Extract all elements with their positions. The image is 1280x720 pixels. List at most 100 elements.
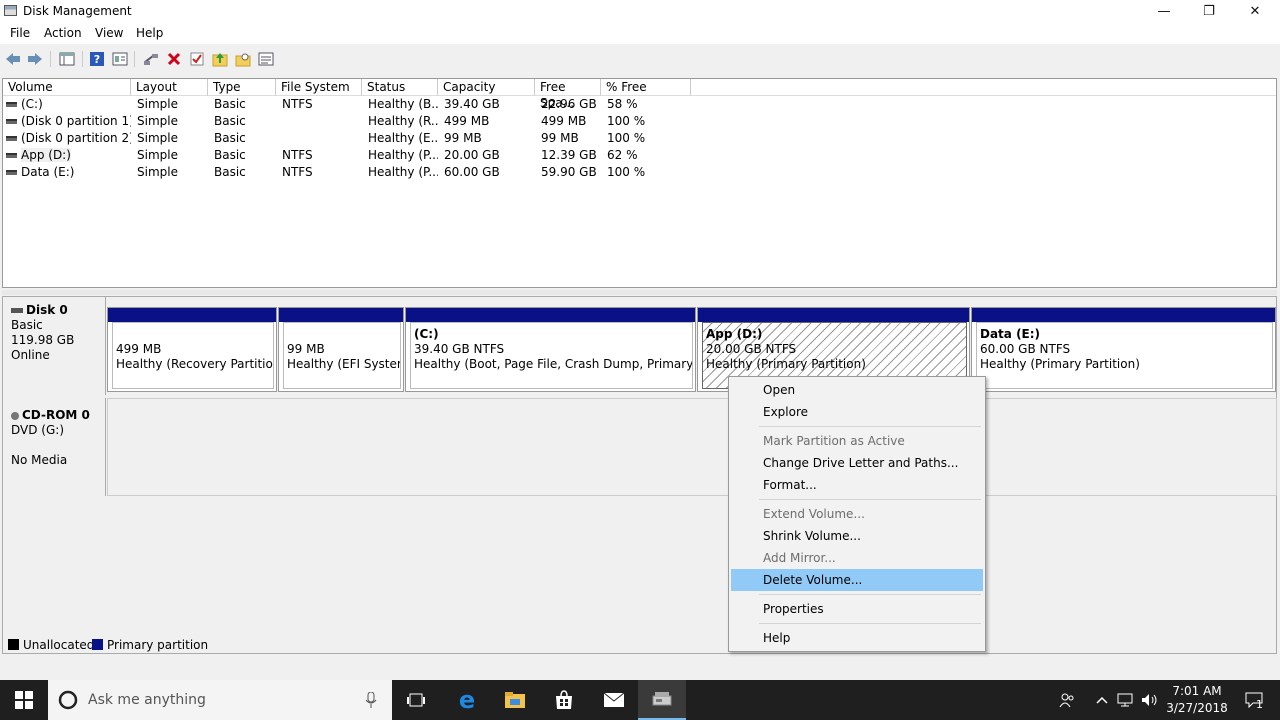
menu-mark-partition-active: Mark Partition as Active (763, 434, 905, 448)
menu-format[interactable]: Format... (731, 474, 983, 496)
menu-separator (759, 499, 981, 500)
back-arrow-icon[interactable] (4, 50, 22, 68)
cdrom-media-area[interactable] (107, 398, 1277, 496)
cdrom-icon (11, 411, 19, 420)
edge-icon[interactable]: e (443, 680, 491, 720)
menu-properties[interactable]: Properties (731, 598, 983, 620)
show-hide-console-tree-icon[interactable] (58, 50, 76, 68)
menu-delete-volume[interactable]: Delete Volume... (731, 569, 983, 591)
clock-date: 3/27/2018 (1166, 701, 1228, 715)
column-header-file-system[interactable]: File System (276, 79, 362, 96)
clock-time: 7:01 AM (1172, 684, 1222, 698)
menu-separator (759, 426, 981, 427)
volume-icon (6, 102, 17, 107)
table-row[interactable]: (Disk 0 partition 2) Simple Basic Health… (3, 130, 1276, 147)
close-button[interactable]: ✕ (1232, 0, 1278, 23)
store-icon[interactable] (540, 680, 588, 720)
start-button[interactable] (0, 680, 48, 720)
table-row[interactable]: (C:) Simple Basic NTFS Healthy (B... 39.… (3, 96, 1276, 113)
column-header-volume[interactable]: Volume (3, 79, 131, 96)
disk-management-app-icon (4, 5, 17, 16)
taskbar: Ask me anything e 7:01 AM 3/27/2018 1 (0, 680, 1280, 720)
status-cell: Healthy (P... (368, 165, 438, 179)
restore-button[interactable]: ❐ (1186, 0, 1232, 23)
type-cell: Basic (214, 165, 246, 179)
volume-icon[interactable] (1138, 680, 1162, 720)
volume-list[interactable]: Volume Layout Type File System Status Ca… (2, 78, 1277, 288)
menu-help[interactable]: Help (731, 627, 983, 649)
partition-data-e[interactable]: Data (E:) 60.00 GB NTFS Healthy (Primary… (971, 307, 1276, 392)
disk-name: Disk 0 (11, 303, 105, 318)
cortana-search-box[interactable]: Ask me anything (48, 680, 392, 720)
column-header-capacity[interactable]: Capacity (438, 79, 535, 96)
delete-icon[interactable] (165, 50, 183, 68)
menu-explore[interactable]: Explore (731, 401, 983, 423)
minimize-button[interactable]: — (1141, 0, 1187, 23)
menu-help[interactable]: Help (136, 26, 163, 40)
pane-splitter[interactable] (2, 290, 1277, 295)
column-header-empty (691, 79, 1276, 96)
file-system-cell: NTFS (282, 165, 313, 179)
disk-management-icon[interactable] (638, 680, 686, 720)
task-view-icon[interactable] (392, 680, 440, 720)
disk-status: Online (11, 348, 50, 362)
check-icon[interactable] (188, 50, 206, 68)
connect-icon[interactable] (142, 50, 160, 68)
type-cell: Basic (214, 148, 246, 162)
column-header-percent-free[interactable]: % Free (601, 79, 691, 96)
list-view-icon[interactable] (257, 50, 275, 68)
properties-icon[interactable] (111, 50, 129, 68)
capacity-cell: 60.00 GB (444, 165, 500, 179)
menu-file[interactable]: File (10, 26, 30, 40)
volume-cell: Data (E:) (3, 164, 131, 181)
network-icon[interactable] (1114, 680, 1138, 720)
mail-icon[interactable] (590, 680, 638, 720)
show-hidden-icons-icon[interactable] (1092, 680, 1112, 720)
clock[interactable]: 7:01 AM 3/27/2018 (1164, 683, 1230, 717)
column-header-type[interactable]: Type (208, 79, 276, 96)
file-explorer-icon[interactable] (491, 680, 539, 720)
primary-partition-bar (279, 308, 403, 322)
free-space-cell: 12.39 GB (541, 148, 597, 162)
title-bar: Disk Management — ❐ ✕ (0, 0, 1280, 23)
people-icon[interactable] (1054, 680, 1080, 720)
partition-recovery[interactable]: 499 MB Healthy (Recovery Partition) (107, 307, 277, 392)
capacity-cell: 39.40 GB (444, 97, 500, 111)
open-folder-icon[interactable] (234, 50, 252, 68)
legend-unallocated: Unallocated (8, 638, 94, 652)
forward-arrow-icon[interactable] (26, 50, 44, 68)
menu-action[interactable]: Action (44, 26, 82, 40)
table-row[interactable]: Data (E:) Simple Basic NTFS Healthy (P..… (3, 164, 1276, 181)
disk-icon (11, 308, 23, 313)
menu-shrink-volume[interactable]: Shrink Volume... (731, 525, 983, 547)
capacity-cell: 499 MB (444, 114, 490, 128)
svg-text:?: ? (94, 53, 100, 66)
windows-icon (15, 691, 33, 709)
status-cell: Healthy (P... (368, 148, 438, 162)
free-space-cell: 499 MB (541, 114, 587, 128)
volume-cell: (C:) (3, 96, 131, 113)
help-icon[interactable]: ? (88, 50, 106, 68)
file-system-cell: NTFS (282, 97, 313, 111)
type-cell: Basic (214, 131, 246, 145)
disk-0-info[interactable]: Disk 0 Basic 119.98 GB Online (3, 297, 106, 395)
table-row[interactable]: (Disk 0 partition 1) Simple Basic Health… (3, 113, 1276, 130)
toolbar-separator (50, 51, 51, 67)
menu-open[interactable]: Open (731, 379, 983, 401)
disk-status: No Media (11, 453, 68, 467)
window-title: Disk Management (23, 4, 132, 18)
up-folder-icon[interactable] (211, 50, 229, 68)
type-cell: Basic (214, 114, 246, 128)
column-header-layout[interactable]: Layout (131, 79, 208, 96)
action-center-icon[interactable]: 1 (1234, 680, 1274, 720)
menu-change-drive-letter[interactable]: Change Drive Letter and Paths... (731, 452, 983, 474)
table-row[interactable]: App (D:) Simple Basic NTFS Healthy (P...… (3, 147, 1276, 164)
column-header-free-space[interactable]: Free Spa... (535, 79, 601, 110)
free-space-cell: 22.96 GB (541, 97, 597, 111)
column-header-status[interactable]: Status (362, 79, 438, 96)
free-space-cell: 99 MB (541, 131, 579, 145)
partition-c[interactable]: (C:) 39.40 GB NTFS Healthy (Boot, Page F… (405, 307, 696, 392)
cdrom-0-info[interactable]: CD-ROM 0 DVD (G:) No Media (3, 398, 106, 496)
menu-view[interactable]: View (95, 26, 123, 40)
partition-efi[interactable]: 99 MB Healthy (EFI System F (278, 307, 404, 392)
